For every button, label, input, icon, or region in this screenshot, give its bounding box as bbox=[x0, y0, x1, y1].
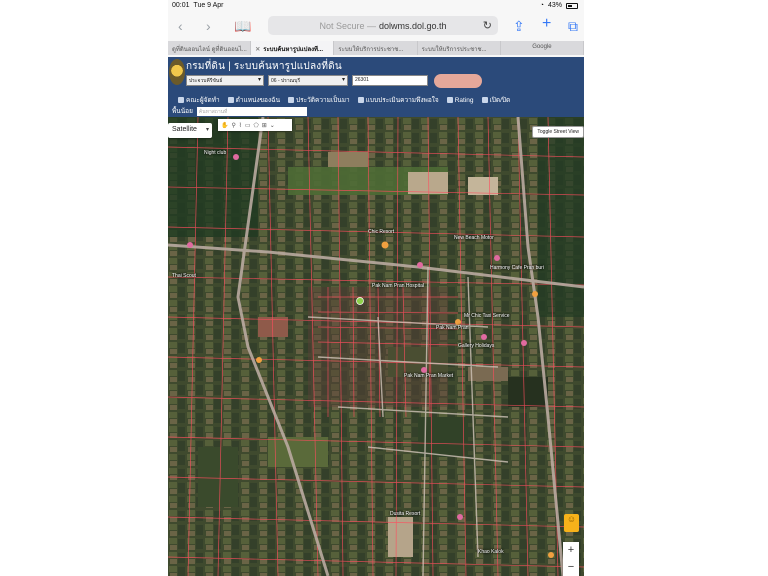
poi-marker[interactable] bbox=[233, 154, 239, 160]
parcel-input[interactable]: 26301 bbox=[352, 75, 428, 86]
menu-history[interactable]: ประวัติความเป็นมา bbox=[288, 95, 350, 105]
poi-marker[interactable] bbox=[532, 291, 538, 297]
poi-label: Night club bbox=[204, 150, 227, 156]
close-icon[interactable]: ✕ bbox=[255, 47, 260, 53]
ipad-screen: 00:01 Tue 9 Apr ◔ 43% ‹ › 📖 Not Secure —… bbox=[168, 0, 584, 576]
menu-survey[interactable]: แบบประเมินความพึงพอใจ bbox=[357, 95, 439, 105]
survey-icon bbox=[357, 97, 364, 103]
rectangle-icon[interactable]: ▭ bbox=[245, 122, 251, 129]
toggle-street-view-button[interactable]: Toggle Street View bbox=[532, 126, 584, 138]
poi-marker[interactable] bbox=[187, 242, 193, 248]
tabs-icon[interactable]: ⧉ bbox=[568, 18, 578, 35]
ruler-icon[interactable]: ⊞ bbox=[262, 122, 267, 129]
battery-icon bbox=[566, 2, 578, 9]
poi-label: Dusita Resort bbox=[390, 511, 421, 517]
status-time: 00:01 Tue 9 Apr bbox=[172, 2, 224, 9]
poi-label: Chic Resort bbox=[368, 229, 395, 235]
hand-icon[interactable]: ✋ bbox=[221, 122, 228, 129]
poi-label: Pak Nam Pran Hospital bbox=[372, 283, 424, 289]
page-title: กรมที่ดิน | ระบบค้นหารูปแปลงที่ดิน bbox=[186, 61, 342, 72]
poi-label: Pak Nam Pran Market bbox=[404, 373, 454, 379]
new-tab-icon[interactable]: + bbox=[542, 15, 551, 33]
chevron-down-icon[interactable]: ⌄ bbox=[270, 122, 275, 129]
browser-toolbar: ‹ › 📖 Not Secure — dolwms.dol.go.th ↻ ⇪ … bbox=[168, 12, 584, 40]
poi-marker[interactable] bbox=[494, 255, 500, 261]
poi-label: New Beach Motor bbox=[454, 235, 494, 241]
toggle-icon bbox=[481, 97, 488, 103]
place-search-input[interactable]: ค้นหาสถานที่ bbox=[196, 106, 307, 116]
dol-logo bbox=[169, 59, 185, 85]
zoom-in-button[interactable]: + bbox=[563, 542, 579, 559]
tab-strip: ดูที่ดินออนไลน์ ดูที่ดินออนไ... ✕ ระบบค้น… bbox=[168, 41, 584, 55]
menu-team[interactable]: คณะผู้จัดทำ bbox=[178, 95, 220, 105]
wifi-icon: ◔ bbox=[539, 2, 544, 9]
tab-1[interactable]: ดูที่ดินออนไลน์ ดูที่ดินออนไ... bbox=[168, 41, 252, 55]
poi-label: Thai Scout bbox=[172, 273, 196, 279]
dol-header: กรมที่ดิน | ระบบค้นหารูปแปลงที่ดิน ประจว… bbox=[168, 57, 584, 93]
poi-label: Harmony Cafe Pran buri bbox=[490, 265, 544, 271]
tab-5[interactable]: Google bbox=[501, 41, 584, 55]
forward-icon[interactable]: › bbox=[206, 18, 211, 34]
poi-marker[interactable] bbox=[481, 334, 487, 340]
menu-my-location[interactable]: ตำแหน่งของฉัน bbox=[227, 95, 280, 105]
province-select[interactable]: ประจวบคีรีขันธ์ bbox=[186, 75, 264, 86]
district-select[interactable]: 06 - ปราณบุรี bbox=[268, 75, 348, 86]
drawing-toolbar: ✋ ⚲ ⌇ ▭ ⬠ ⊞ ⌄ bbox=[218, 119, 292, 131]
pegman-icon[interactable]: ☺ bbox=[564, 514, 579, 532]
poi-marker[interactable] bbox=[256, 357, 262, 363]
poi-label: Gallery Holidays bbox=[458, 343, 495, 349]
address-bar[interactable]: Not Secure — dolwms.dol.go.th ↻ bbox=[268, 16, 498, 35]
globe-icon bbox=[227, 97, 234, 103]
battery-percent: 43% bbox=[547, 2, 562, 9]
tab-4[interactable]: ระบบให้บริการประชาช... bbox=[418, 41, 501, 55]
tab-2-active[interactable]: ✕ ระบบค้นหารูปแปลงที... bbox=[251, 41, 335, 55]
share-icon[interactable]: ⇪ bbox=[513, 18, 525, 35]
back-icon[interactable]: ‹ bbox=[178, 18, 183, 34]
url-text: dolwms.dol.go.th bbox=[378, 20, 447, 31]
bookmarks-icon[interactable]: 📖 bbox=[234, 18, 251, 35]
history-icon bbox=[288, 97, 295, 103]
reload-icon[interactable]: ↻ bbox=[483, 19, 492, 32]
poi-label: Mr Chic Taxi Service bbox=[464, 313, 510, 319]
map-type-select[interactable]: Satellite bbox=[168, 123, 212, 138]
menu-row2-label: พื้นน้อย bbox=[172, 108, 193, 115]
satellite-map[interactable]: Night club Chic Resort New Beach Motor T… bbox=[168, 117, 584, 576]
poi-label: Khao Kalok bbox=[478, 549, 504, 555]
polyline-icon[interactable]: ⌇ bbox=[239, 122, 242, 129]
poi-label: Pak Nam Pran bbox=[436, 325, 469, 331]
poi-marker[interactable] bbox=[548, 552, 554, 558]
poi-marker[interactable] bbox=[521, 340, 527, 346]
poi-marker[interactable] bbox=[417, 262, 423, 268]
menu-rating[interactable]: Rating bbox=[446, 95, 474, 105]
menu-toggle[interactable]: เปิด/ปิด bbox=[481, 95, 510, 105]
location-pin[interactable] bbox=[356, 297, 364, 305]
marker-icon[interactable]: ⚲ bbox=[231, 122, 235, 129]
zoom-control: + − bbox=[563, 542, 579, 576]
poi-marker[interactable] bbox=[381, 241, 389, 249]
map-canvas[interactable] bbox=[168, 117, 584, 576]
polygon-icon[interactable]: ⬠ bbox=[254, 122, 259, 129]
zoom-out-button[interactable]: − bbox=[563, 559, 579, 576]
team-icon bbox=[178, 97, 184, 103]
dol-menu-bar: คณะผู้จัดทำ ตำแหน่งของฉัน ประวัติความเป็… bbox=[168, 93, 584, 117]
status-bar: 00:01 Tue 9 Apr ◔ 43% bbox=[168, 0, 584, 12]
search-button[interactable] bbox=[434, 74, 482, 88]
rating-icon bbox=[446, 97, 453, 103]
poi-marker[interactable] bbox=[457, 514, 463, 520]
tab-3[interactable]: ระบบให้บริการประชาช... bbox=[334, 41, 418, 55]
